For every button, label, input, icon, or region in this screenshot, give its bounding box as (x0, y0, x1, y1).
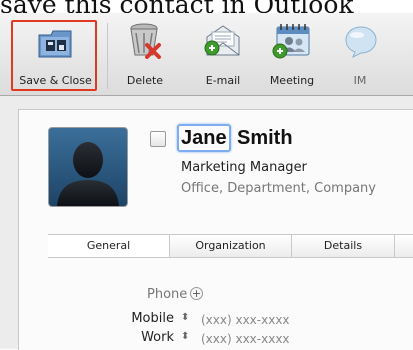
im-button[interactable]: IM (335, 19, 385, 91)
delete-label: Delete (126, 74, 164, 87)
meeting-icon (272, 24, 310, 59)
contact-window: Save & Close Delete E-mail Meeting IM Ja… (0, 13, 413, 350)
job-title-field[interactable]: Marketing Manager (181, 160, 307, 175)
tab-general[interactable]: General (48, 235, 170, 257)
person-silhouette-icon (57, 142, 119, 206)
chat-bubble-icon (345, 26, 377, 59)
email-button[interactable]: E-mail (193, 19, 253, 91)
delete-button[interactable]: Delete (115, 19, 175, 91)
email-icon (204, 25, 240, 56)
tab-organization[interactable]: Organization (170, 235, 292, 257)
stepper-arrows-icon[interactable]: ⬍ (181, 331, 189, 342)
contact-form: Jane Smith Marketing Manager Office, Dep… (18, 109, 413, 350)
phone-type-mobile[interactable]: Mobile (129, 311, 174, 326)
toolbar-separator (107, 23, 108, 89)
mobile-phone-field[interactable]: (xxx) xxx-xxxx (201, 313, 290, 327)
phone-type-work[interactable]: Work (129, 330, 174, 345)
toolbar: Save & Close Delete E-mail Meeting IM (0, 13, 413, 96)
organization-field[interactable]: Office, Department, Company (181, 181, 376, 196)
meeting-button[interactable]: Meeting (257, 19, 327, 91)
tab-bar: General Organization Details (48, 234, 413, 258)
avatar[interactable] (48, 127, 128, 207)
stepper-arrows-icon[interactable]: ⬍ (181, 312, 189, 323)
meeting-label: Meeting (269, 74, 315, 87)
add-phone-icon[interactable]: + (190, 287, 203, 300)
work-phone-field[interactable]: (xxx) xxx-xxxx (201, 332, 290, 346)
save-close-label: Save & Close (19, 74, 92, 87)
last-name-field[interactable]: Smith (237, 126, 293, 150)
first-name-field[interactable]: Jane (177, 124, 231, 152)
tab-details[interactable]: Details (292, 235, 395, 257)
trash-icon (130, 23, 161, 59)
flag-checkbox[interactable] (150, 131, 166, 147)
email-label: E-mail (205, 74, 241, 87)
save-close-button[interactable]: Save & Close (12, 19, 99, 91)
save-close-icon (38, 30, 72, 58)
im-label: IM (353, 74, 367, 87)
phone-section-label: Phone (147, 287, 188, 302)
